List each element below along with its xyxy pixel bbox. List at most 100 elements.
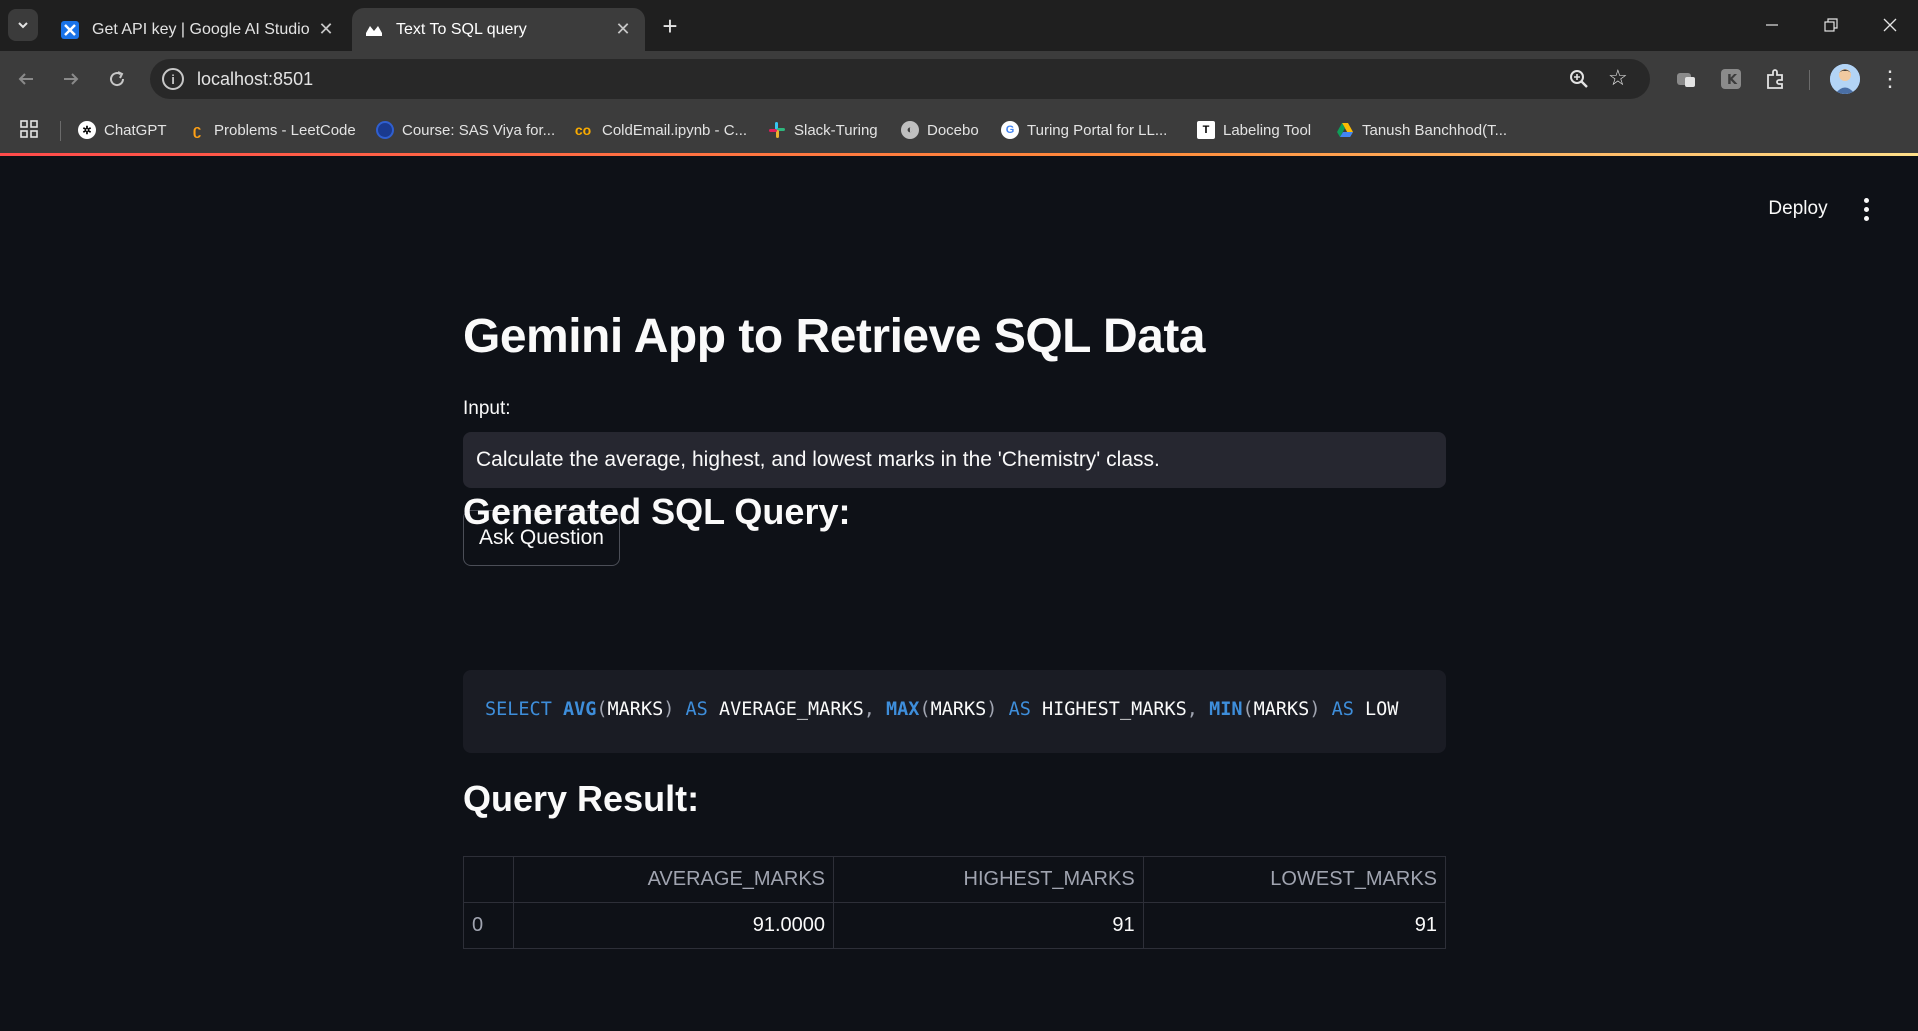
app-menu-icon[interactable] [1854, 192, 1878, 226]
labeling-tool-icon: T [1197, 121, 1215, 139]
table-header-lowest-marks: LOWEST_MARKS [1142, 856, 1447, 903]
bookmark-sas-viya[interactable]: Course: SAS Viya for... [376, 117, 555, 143]
sql-query-text: SELECT AVG(MARKS) AS AVERAGE_MARKS, MAX(… [485, 699, 1398, 720]
bookmark-google-drive[interactable]: Tanush Banchhod(T... [1336, 117, 1507, 143]
tab-search-button[interactable] [8, 9, 38, 41]
colab-icon: co [574, 122, 592, 138]
bookmark-slack[interactable]: Slack-Turing [768, 117, 878, 143]
bookmark-leetcode[interactable]: ʗ Problems - LeetCode [188, 117, 356, 143]
sql-token: MARKS [607, 699, 664, 720]
restore-icon[interactable] [1815, 10, 1847, 40]
bookmark-coldemail[interactable]: co ColdEmail.ipynb - C... [572, 117, 747, 143]
bookmark-label: Tanush Banchhod(T... [1362, 121, 1508, 139]
bookmark-turing-portal[interactable]: G Turing Portal for LL... [1001, 117, 1167, 143]
bookmark-label: Labeling Tool [1223, 121, 1312, 139]
browser-toolbar: i localhost:8501 ☆ K ⋮ [0, 51, 1918, 107]
google-icon: G [1001, 121, 1019, 139]
question-input[interactable]: Calculate the average, highest, and lowe… [463, 432, 1446, 488]
sql-keyword: AS [1331, 699, 1354, 720]
forward-arrow-icon[interactable] [55, 63, 87, 95]
query-result-table: AVERAGE_MARKS HIGHEST_MARKS LOWEST_MARKS… [463, 856, 1447, 949]
table-header-row: AVERAGE_MARKS HIGHEST_MARKS LOWEST_MARKS [463, 856, 1447, 903]
table-header-highest-marks: HIGHEST_MARKS [833, 856, 1144, 903]
leetcode-icon: ʗ [192, 121, 202, 139]
sql-token: HIGHEST_MARKS [1041, 699, 1187, 720]
sql-keyword: SELECT [485, 699, 552, 720]
table-header-average-marks: AVERAGE_MARKS [512, 856, 835, 903]
table-cell-average-marks: 91.0000 [512, 902, 835, 949]
sql-token: MARKS [930, 699, 987, 720]
apps-grid-icon[interactable] [19, 119, 41, 141]
back-arrow-icon[interactable] [10, 63, 42, 95]
bookmark-label: Turing Portal for LL... [1027, 121, 1168, 139]
bookmark-label: ChatGPT [104, 121, 167, 139]
browser-menu-icon[interactable]: ⋮ [1876, 65, 1904, 93]
sql-token: MARKS [1253, 699, 1310, 720]
streamlit-app: Deploy Gemini App to Retrieve SQL Data I… [0, 156, 1918, 1031]
extension-k-icon[interactable]: K [1717, 65, 1745, 93]
sql-code-block: SELECT AVG(MARKS) AS AVERAGE_MARKS, MAX(… [463, 670, 1446, 753]
sql-punctuation: , [863, 699, 875, 720]
streamlit-icon [364, 20, 384, 40]
chevron-down-icon [18, 22, 28, 29]
docebo-icon: ◐ [901, 121, 919, 139]
bookmark-chatgpt[interactable]: ✲ ChatGPT [78, 117, 167, 143]
bookmark-label: Course: SAS Viya for... [402, 121, 556, 139]
slack-icon [768, 121, 786, 139]
bookmarks-divider [60, 121, 61, 141]
profile-avatar[interactable] [1830, 64, 1860, 94]
bookmark-star-icon[interactable]: ☆ [1608, 65, 1628, 91]
google-drive-icon [1336, 121, 1354, 139]
sql-token: LOW [1365, 699, 1399, 720]
deploy-button[interactable]: Deploy [1756, 192, 1840, 226]
reload-icon[interactable] [101, 63, 133, 95]
bookmark-label: Slack-Turing [794, 121, 878, 139]
extensions-puzzle-icon[interactable] [1762, 65, 1790, 93]
table-row: 0 91.0000 91 91 [463, 902, 1447, 949]
sas-icon [376, 121, 394, 139]
table-cell-highest-marks: 91 [833, 902, 1144, 949]
chatgpt-icon: ✲ [78, 121, 96, 139]
table-header-index [463, 856, 514, 903]
site-info-icon[interactable]: i [162, 68, 184, 90]
browser-tab-bar: Get API key | Google AI Studio ✕ Text To… [0, 0, 1918, 51]
tab-title: Text To SQL query [396, 20, 527, 38]
minimize-icon[interactable] [1756, 10, 1788, 40]
table-cell-index: 0 [463, 902, 514, 949]
bookmark-labeling-tool[interactable]: T Labeling Tool [1197, 117, 1311, 143]
sql-keyword: AS [1008, 699, 1031, 720]
google-ai-studio-icon [60, 20, 80, 40]
input-label: Input: [463, 398, 511, 419]
tab-google-ai-studio[interactable]: Get API key | Google AI Studio ✕ [48, 8, 348, 51]
close-window-icon[interactable] [1874, 10, 1906, 40]
sql-punctuation: ( [1242, 699, 1254, 720]
bookmarks-bar: ✲ ChatGPT ʗ Problems - LeetCode Course: … [0, 107, 1918, 153]
new-tab-button[interactable]: + [656, 11, 684, 41]
close-tab-icon[interactable]: ✕ [316, 19, 336, 40]
sql-keyword: AS [685, 699, 708, 720]
generated-sql-heading: Generated SQL Query: [463, 491, 851, 532]
address-bar[interactable]: i localhost:8501 ☆ [150, 59, 1650, 99]
sql-token: AVERAGE_MARKS [718, 699, 864, 720]
close-tab-icon[interactable]: ✕ [613, 19, 633, 40]
url-text[interactable]: localhost:8501 [197, 69, 313, 90]
table-cell-lowest-marks: 91 [1142, 902, 1447, 949]
sql-punctuation: ( [596, 699, 608, 720]
sql-punctuation: , [1186, 699, 1198, 720]
extension-translate-icon[interactable] [1672, 65, 1700, 93]
sql-function: MIN [1209, 699, 1243, 720]
svg-text:K: K [1727, 73, 1738, 88]
sql-punctuation: ) [663, 699, 675, 720]
bookmark-label: ColdEmail.ipynb - C... [602, 121, 748, 139]
query-result-heading: Query Result: [463, 778, 700, 819]
tab-text-to-sql[interactable]: Text To SQL query ✕ [352, 8, 645, 51]
zoom-icon[interactable] [1568, 68, 1590, 90]
bookmark-docebo[interactable]: ◐ Docebo [901, 117, 979, 143]
